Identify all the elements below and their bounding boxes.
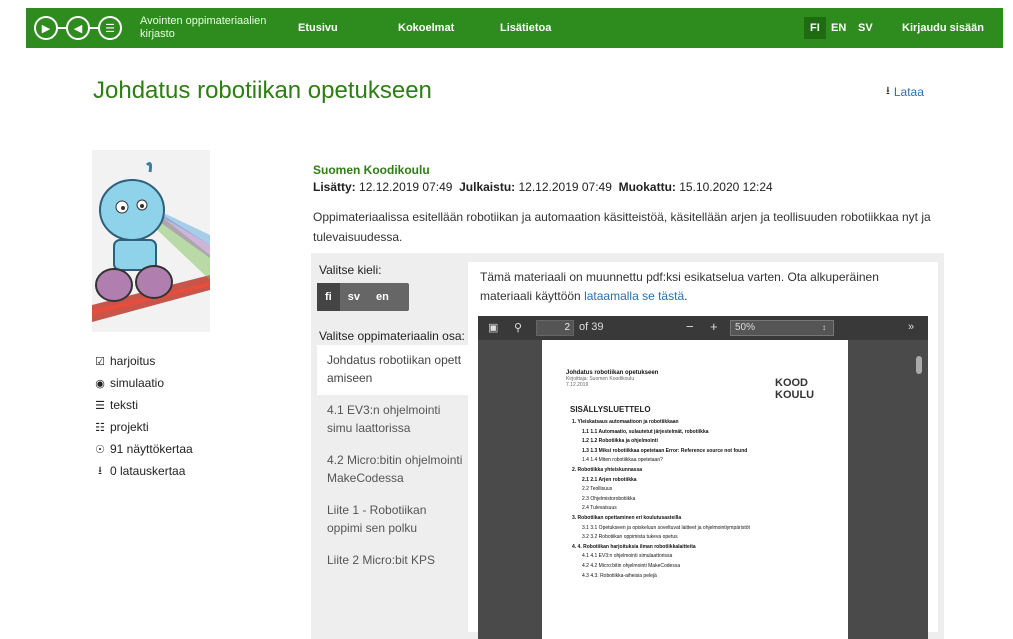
toc-entry[interactable]: 4.1 4.1 EV3:n ohjelmointi simulaattoriss… (572, 552, 812, 562)
toc-entry[interactable]: 2.1 2.1 Arjen robotiikka (572, 476, 812, 486)
part-select-label: Valitse oppimateriaalin osa: (319, 329, 465, 343)
toc-entry[interactable]: 4.2 4.2 Micro:bitin ohjelmointi MakeCode… (572, 562, 812, 572)
material-lang-fi[interactable]: fi (317, 283, 340, 311)
table-of-contents: 1. Yleiskatsaus automaatioon ja robotiik… (572, 418, 812, 581)
part-item-ev3[interactable]: 4.1 EV3:n ohjelmointi simu laattorissa (317, 395, 473, 445)
language-sv[interactable]: SV (852, 17, 879, 39)
material-parts-list: Johdatus robotiikan opett amiseen 4.1 EV… (317, 345, 473, 595)
material-language-selector: fi sv en (317, 283, 409, 311)
robot-illustration (92, 150, 210, 332)
nav-link-lisatietoa[interactable]: Lisätietoa (500, 22, 551, 34)
page-total: of 39 (579, 321, 604, 333)
view-count: ☉ 91 näyttökertaa (95, 442, 193, 456)
download-button[interactable]: ⭳ Lataa (886, 82, 924, 101)
koodikoulu-logo: KOOD KOULU (772, 374, 822, 401)
part-item-microbit[interactable]: 4.2 Micro:bitin ohjelmointi MakeCodessa (317, 445, 473, 495)
toc-entry[interactable]: 1.1 1.1 Automaatio, sulautetut järjestel… (572, 428, 812, 438)
download-original-link[interactable]: lataamalla se tästä (584, 289, 684, 303)
more-tools-icon[interactable]: » (908, 321, 914, 333)
property-projekti[interactable]: ☷ projekti (94, 416, 193, 438)
toc-entry[interactable]: 2.3 Ohjelmistorobotiikka (572, 495, 812, 505)
language-en[interactable]: EN (825, 17, 852, 39)
material-lang-sv[interactable]: sv (340, 283, 368, 311)
download-icon: ⭳ (98, 464, 102, 477)
document-icon: ☰ (98, 16, 122, 40)
gamepad-icon: ◉ (95, 377, 105, 390)
pdf-scrollbar[interactable] (916, 356, 922, 374)
nav-link-kokoelmat[interactable]: Kokoelmat (398, 22, 454, 34)
sitemap-icon: ☷ (95, 421, 105, 434)
toc-entry[interactable]: 2.4 Tulevaisuus (572, 504, 812, 514)
material-lang-en[interactable]: en (368, 283, 397, 311)
toc-entry[interactable]: 2. Robotiikka yhteiskunnassa (572, 466, 812, 476)
sound-icon: ◀ (66, 16, 90, 40)
part-item-liite1[interactable]: Liite 1 - Robotiikan oppimi sen polku (317, 495, 473, 545)
toc-entry[interactable]: 1.2 1.2 Robotiikka ja ohjelmointi (572, 437, 812, 447)
svg-text:KOOD: KOOD (775, 377, 808, 389)
site-brand-name[interactable]: Avointen oppimateriaalien kirjasto (140, 15, 270, 41)
page-title: Johdatus robotiikan opetukseen (93, 77, 432, 104)
toc-entry[interactable]: 4.3 4.3. Robotiikka-aiheisia pelejä (572, 572, 812, 582)
toc-entry[interactable]: 1.3 1.3 Miksi robotiikkaa opetetaan Erro… (572, 447, 812, 457)
pdf-toolbar: ▣ ⚲ 2 of 39 − + 50% ↕ » (478, 316, 928, 340)
material-properties-list: ☑ harjoitus ◉ simulaatio ☰ teksti ☷ proj… (94, 350, 193, 482)
organization-link[interactable]: Suomen Koodikoulu (313, 163, 430, 177)
property-teksti[interactable]: ☰ teksti (94, 394, 193, 416)
material-description: Oppimateriaalissa esitellään robotiikan … (313, 210, 931, 244)
zoom-chevron-icon: ↕ (822, 323, 826, 332)
site-logo[interactable]: ▶ ◀ ☰ (34, 16, 122, 40)
material-viewer-panel: Valitse kieli: fi sv en Valitse oppimate… (311, 253, 944, 639)
download-icon: ⭳ (886, 85, 890, 97)
clipboard-check-icon: ☑ (95, 355, 105, 368)
page-number-input[interactable]: 2 (536, 320, 574, 336)
download-label: Lataa (893, 84, 924, 99)
property-harjoitus[interactable]: ☑ harjoitus (94, 350, 193, 372)
modified-date: 15.10.2020 12:24 (679, 180, 773, 194)
zoom-select[interactable]: 50% (730, 320, 834, 336)
play-icon: ▶ (34, 16, 58, 40)
zoom-in-icon[interactable]: + (710, 319, 718, 334)
language-fi[interactable]: FI (804, 17, 826, 39)
nav-link-etusivu[interactable]: Etusivu (298, 22, 338, 34)
search-icon[interactable]: ⚲ (514, 321, 522, 334)
material-thumbnail (92, 150, 210, 332)
toc-entry[interactable]: 1.4 1.4 Miten robotiikkaa opetetaan? (572, 456, 812, 466)
download-count: ⭳ 0 latauskertaa (94, 460, 193, 482)
published-date: 12.12.2019 07:49 (518, 180, 612, 194)
toc-entry[interactable]: 3.1 3.1 Opetukseen ja opiskeluun soveltu… (572, 524, 812, 534)
text-lines-icon: ☰ (95, 399, 105, 412)
toc-entry[interactable]: 2.2 Teollisuus (572, 485, 812, 495)
conversion-notice: Tämä materiaali on muunnettu pdf:ksi esi… (480, 270, 879, 303)
part-item-liite2[interactable]: Liite 2 Micro:bit KPS (317, 545, 473, 595)
pdf-viewer: ▣ ⚲ 2 of 39 − + 50% ↕ » Johdatus robotii… (478, 316, 928, 639)
eye-icon: ☉ (95, 443, 105, 456)
svg-text:KOULU: KOULU (775, 389, 814, 400)
toc-heading: SISÄLLYSLUETTELO (570, 405, 651, 414)
pdf-page: Johdatus robotiikan opetukseen Kirjoitta… (542, 340, 848, 639)
language-select-label: Valitse kieli: (319, 263, 382, 277)
material-dates: Lisätty: 12.12.2019 07:49 Julkaistu: 12.… (313, 180, 773, 194)
top-navigation-bar: ▶ ◀ ☰ Avointen oppimateriaalien kirjasto… (26, 8, 1003, 48)
toc-entry[interactable]: 3. Robotiikan opettaminen eri koulutusas… (572, 514, 812, 524)
sidebar-toggle-icon[interactable]: ▣ (488, 321, 498, 334)
toc-entry[interactable]: 3.2 3.2 Robotiikan oppimista tukeva opet… (572, 533, 812, 543)
added-date: 12.12.2019 07:49 (359, 180, 453, 194)
part-item-johdatus[interactable]: Johdatus robotiikan opett amiseen (317, 345, 473, 395)
property-simulaatio[interactable]: ◉ simulaatio (94, 372, 193, 394)
toc-entry[interactable]: 4. 4. Robotiikan harjoituksia ilman robo… (572, 543, 812, 553)
toc-entry[interactable]: 1. Yleiskatsaus automaatioon ja robotiik… (572, 418, 812, 428)
login-link[interactable]: Kirjaudu sisään (902, 22, 984, 34)
zoom-out-icon[interactable]: − (686, 319, 694, 334)
